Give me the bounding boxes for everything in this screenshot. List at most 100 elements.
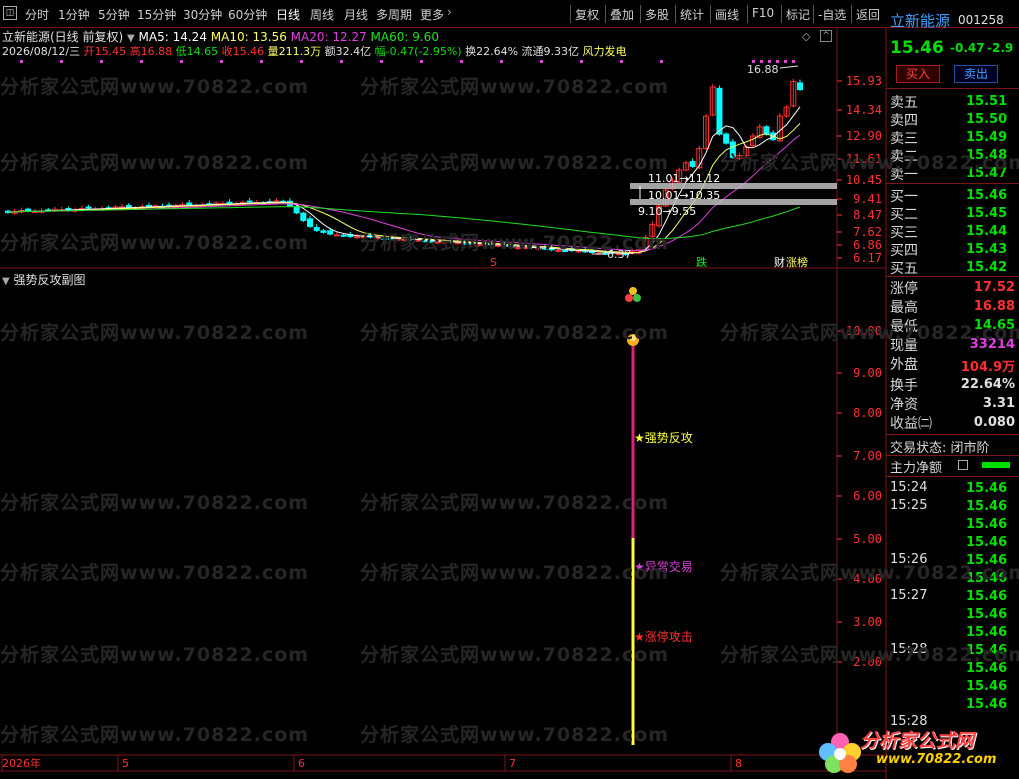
- candle-body: [394, 238, 401, 241]
- tick-time-0: 15:24: [890, 480, 928, 495]
- ma20-label: MA20: 12.27: [290, 30, 367, 44]
- stat-label-5: 换手: [890, 378, 918, 394]
- tab-1[interactable]: 1分钟: [58, 6, 90, 23]
- toolbar-btn-1[interactable]: 叠加: [610, 6, 634, 23]
- tick-time-4: 15:26: [890, 552, 928, 567]
- dot-marker: [300, 60, 303, 63]
- annotation-1: 11.01→11.12: [648, 172, 720, 185]
- stat-value-0: 17.52: [973, 280, 1015, 295]
- stat-label-4: 外盘: [890, 357, 918, 373]
- tick-price-11: 15.46: [966, 679, 1008, 694]
- panel-separator: [886, 88, 1019, 89]
- main-net-icon[interactable]: [958, 460, 968, 470]
- stat-value-2: 14.65: [973, 318, 1015, 333]
- dot-marker: [140, 60, 143, 63]
- toolbar-btn-5[interactable]: F10: [752, 6, 774, 20]
- toolbar-btn-6[interactable]: 标记: [786, 6, 810, 23]
- main-net-bar: [982, 462, 1010, 468]
- toolbar-btn-3[interactable]: 统计: [680, 6, 704, 23]
- collapse-icon[interactable]: ^: [820, 30, 832, 42]
- tab-6[interactable]: 日线: [276, 6, 300, 23]
- tick-price-0: 15.46: [966, 481, 1008, 496]
- info-item-10: 风力发电: [582, 45, 627, 58]
- chevron-right-icon[interactable]: ›: [447, 5, 452, 19]
- panel-separator: [886, 476, 1019, 477]
- signal-cluster-icon: [633, 294, 641, 302]
- ask-price-0: 15.51: [966, 94, 1008, 109]
- toolbar-btn-0[interactable]: 复权: [575, 6, 599, 23]
- high-price-label: 16.88: [747, 63, 779, 76]
- diamond-icon[interactable]: ◇: [802, 30, 810, 43]
- toolbar-divider: [605, 5, 606, 23]
- bid-label-0: 买一: [890, 189, 918, 205]
- toolbar-btn-2[interactable]: 多股: [645, 6, 669, 23]
- info-item-3: 低14.65: [175, 45, 222, 58]
- tab-10[interactable]: 更多: [420, 6, 444, 23]
- date-label: 5: [122, 757, 129, 770]
- toolbar-divider: [570, 5, 571, 23]
- dot-marker: [380, 60, 383, 63]
- sub-axis-label: 10.00: [846, 324, 882, 338]
- price-axis-label: 15.93: [846, 74, 882, 88]
- candle-body: [515, 247, 522, 250]
- stat-label-2: 最低: [890, 319, 918, 335]
- tick-price-10: 15.46: [966, 661, 1008, 676]
- info-item-7: 幅-0.47(-2.95%): [374, 45, 466, 58]
- label-limit-up-attack: ★涨停攻击: [634, 629, 693, 644]
- chart-title: 立新能源(日线 前复权): [2, 30, 124, 44]
- buy-button[interactable]: 买入: [896, 65, 940, 83]
- stat-label-1: 最高: [890, 300, 918, 316]
- subchart-settings-icon[interactable]: ▼: [2, 276, 10, 287]
- candle-body: [25, 208, 32, 212]
- toolbar-divider: [747, 5, 748, 23]
- logo-title: 分析家公式网: [860, 730, 975, 752]
- dot-marker: [784, 60, 787, 63]
- panel-separator: [886, 434, 1019, 435]
- candle-body: [327, 230, 334, 235]
- annotation-3: 9.10→9.55: [638, 205, 696, 218]
- tick-price-2: 15.46: [966, 517, 1008, 532]
- date-label: 7: [509, 757, 516, 770]
- toolbar-btn-7[interactable]: -自选: [818, 6, 846, 23]
- candle-body: [320, 230, 327, 233]
- toolbar-btn-4[interactable]: 画线: [715, 6, 739, 23]
- tab-0[interactable]: 分时: [25, 6, 49, 23]
- date-label: 8: [735, 757, 742, 770]
- sub-axis-label: 4.00: [853, 572, 882, 586]
- tab-3[interactable]: 15分钟: [137, 6, 176, 23]
- panel-separator: [886, 455, 1019, 456]
- tab-5[interactable]: 60分钟: [228, 6, 267, 23]
- tab-8[interactable]: 月线: [344, 6, 368, 23]
- tab-9[interactable]: 多周期: [376, 6, 412, 23]
- main-kline-chart[interactable]: 15.93 14.34 12.90 11.61 10.45 9.41 8.47 7.626.8…: [0, 0, 1019, 779]
- panel-separator: [886, 276, 1019, 277]
- info-item-8: 换22.64%: [465, 45, 522, 58]
- stat-value-5: 22.64%: [960, 377, 1015, 392]
- signal-s: S: [490, 256, 497, 269]
- price-change-pct: -2.9: [987, 41, 1014, 55]
- menu-icon[interactable]: ◫: [3, 6, 17, 20]
- candle-body: [481, 244, 488, 247]
- ma10-label: MA10: 13.56: [210, 30, 287, 44]
- toolbar-btn-8[interactable]: 返回: [856, 6, 880, 23]
- tab-2[interactable]: 5分钟: [98, 6, 130, 23]
- info-item-4: 收15.46: [221, 45, 268, 58]
- ask-price-2: 15.49: [966, 130, 1008, 145]
- low-price-label: 6.37: [607, 248, 632, 261]
- dot-marker: [220, 60, 223, 63]
- bid-label-3: 买四: [890, 243, 918, 259]
- sell-button[interactable]: 卖出: [954, 65, 998, 83]
- ma60-label: MA60: 9.60: [370, 30, 439, 44]
- candle-body: [145, 204, 152, 207]
- signal-ball-highlight: [630, 335, 636, 341]
- ask-label-3: 卖二: [890, 149, 918, 165]
- tab-4[interactable]: 30分钟: [183, 6, 222, 23]
- tick-price-4: 15.46: [966, 553, 1008, 568]
- price-axis-label: 6.86: [853, 238, 882, 252]
- tab-7[interactable]: 周线: [310, 6, 334, 23]
- tick-price-12: 15.46: [966, 697, 1008, 712]
- dot-marker: [260, 60, 263, 63]
- candle-body: [494, 244, 501, 247]
- bid-label-1: 买二: [890, 207, 918, 223]
- candle-body: [474, 244, 481, 247]
